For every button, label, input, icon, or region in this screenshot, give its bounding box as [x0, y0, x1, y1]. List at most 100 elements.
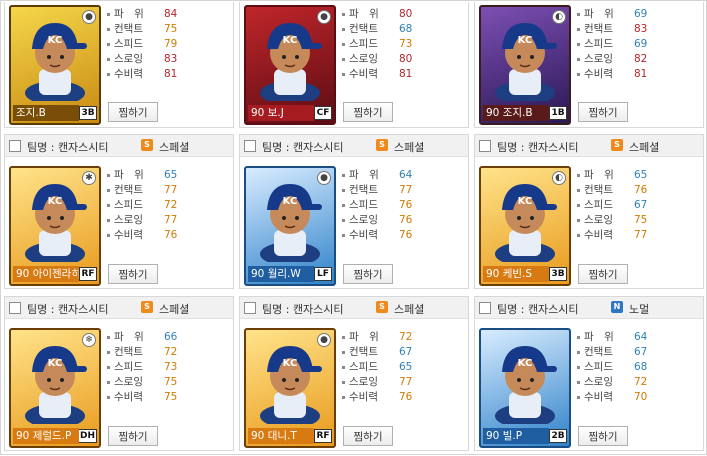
stat-value: 70	[634, 391, 648, 403]
player-card-image[interactable]: KC ● LF 90 월리.W	[244, 166, 336, 286]
player-card-image[interactable]: KC ✱ RF 90 아이젠라히	[9, 166, 101, 286]
stat-value: 72	[164, 199, 178, 211]
stat-value: 83	[634, 23, 648, 35]
stat-row: 스피드 76	[342, 198, 466, 213]
stat-row: 수비력 81	[577, 67, 701, 82]
stat-value: 82	[634, 53, 648, 65]
stat-row: 파 위 65	[107, 168, 231, 183]
select-checkbox[interactable]	[479, 140, 491, 152]
pick-button[interactable]: 찜하기	[343, 102, 393, 122]
pick-button[interactable]: 찜하기	[343, 426, 393, 446]
stat-list: 파 위 84 컨택트 75 스피드 79 스로잉 83 수비력 81	[107, 7, 231, 82]
bullet-icon	[107, 365, 110, 369]
stat-row: 수비력 81	[107, 67, 231, 82]
bullet-icon	[107, 380, 110, 384]
stat-value: 64	[634, 331, 648, 343]
stat-row: 파 위 64	[577, 330, 701, 345]
pick-button[interactable]: 찜하기	[343, 264, 393, 284]
pick-button[interactable]: 찜하기	[578, 264, 628, 284]
stat-value: 65	[399, 361, 413, 373]
stat-label: 스피드	[114, 199, 143, 211]
stat-label: 수비력	[584, 391, 613, 403]
player-card-image[interactable]: KC ● 3B 조지.B	[9, 5, 101, 125]
stat-row: 파 위 72	[342, 330, 466, 345]
bullet-icon	[577, 233, 580, 237]
pick-button[interactable]: 찜하기	[108, 102, 158, 122]
stat-label: 스로잉	[349, 376, 378, 388]
stat-row: 스로잉 80	[342, 52, 466, 67]
player-portrait-icon: KC	[260, 184, 322, 262]
stat-value: 73	[164, 361, 178, 373]
bullet-icon	[577, 188, 580, 192]
stat-value: 72	[164, 346, 178, 358]
svg-text:KC: KC	[518, 196, 533, 207]
stat-row: 수비력 75	[107, 390, 231, 405]
player-card-image[interactable]: KC 2B 90 빌.P	[479, 328, 571, 448]
stat-list: 파 위 80 컨택트 68 스피드 73 스로잉 80 수비력 81	[342, 7, 466, 82]
card-type-label: 스페셜	[159, 141, 190, 154]
player-cell: 팀명 : 캔자스시티 S 스페셜 KC ✱ RF 90 아이젠라히 파 위 65 컨택트 77 스피드…	[4, 134, 234, 289]
player-name: 90 조지.B	[483, 105, 549, 121]
bullet-icon	[342, 380, 345, 384]
stat-value: 67	[399, 346, 413, 358]
svg-text:KC: KC	[283, 358, 298, 369]
player-card-image[interactable]: KC ❄ DH 90 제럴드.P	[9, 328, 101, 448]
stat-row: 스로잉 83	[107, 52, 231, 67]
pick-button[interactable]: 찜하기	[578, 102, 628, 122]
position-badge: CF	[314, 106, 332, 120]
bullet-icon	[577, 218, 580, 222]
bullet-icon	[107, 233, 110, 237]
player-name: 90 아이젠라히	[13, 266, 79, 282]
pick-button[interactable]: 찜하기	[578, 426, 628, 446]
stat-value: 76	[399, 391, 413, 403]
stat-row: 수비력 76	[107, 228, 231, 243]
select-checkbox[interactable]	[479, 302, 491, 314]
player-card-image[interactable]: KC ● RF 90 대니.T	[244, 328, 336, 448]
stat-value: 84	[164, 8, 178, 20]
player-portrait-icon: KC	[495, 23, 557, 101]
bullet-icon	[342, 72, 345, 76]
stat-value: 75	[164, 376, 178, 388]
svg-text:KC: KC	[283, 35, 298, 46]
bullet-icon	[577, 335, 580, 339]
stat-label: 수비력	[114, 391, 143, 403]
stat-row: 스피드 79	[107, 37, 231, 52]
player-cell: KC ● 3B 조지.B 파 위 84 컨택트 75 스피드 79 스로잉 83 수비력 81 찜하기	[4, 2, 234, 128]
cell-header: 팀명 : 캔자스시티 S 스페셜	[475, 135, 703, 157]
stat-value: 64	[399, 169, 413, 181]
bullet-icon	[342, 42, 345, 46]
pick-button[interactable]: 찜하기	[108, 426, 158, 446]
card-type-label: 스페셜	[629, 141, 660, 154]
player-card-image[interactable]: KC ◐ 3B 90 케빈.S	[479, 166, 571, 286]
stat-row: 컨택트 83	[577, 22, 701, 37]
stat-value: 73	[399, 38, 413, 50]
pick-button[interactable]: 찜하기	[108, 264, 158, 284]
stat-label: 파 위	[114, 8, 144, 20]
player-cell: KC ◐ 1B 90 조지.B 파 위 69 컨택트 83 스피드 69 스로잉 82 수비력 81 찜하기	[474, 2, 704, 128]
stat-value: 67	[634, 346, 648, 358]
stat-row: 파 위 64	[342, 168, 466, 183]
position-badge: DH	[77, 429, 97, 443]
bullet-icon	[342, 203, 345, 207]
player-portrait-icon: KC	[260, 23, 322, 101]
bullet-icon	[577, 42, 580, 46]
stat-list: 파 위 66 컨택트 72 스피드 73 스로잉 75 수비력 75	[107, 330, 231, 405]
bullet-icon	[107, 188, 110, 192]
player-card-image[interactable]: KC ◐ 1B 90 조지.B	[479, 5, 571, 125]
select-checkbox[interactable]	[9, 302, 21, 314]
bullet-icon	[107, 12, 110, 16]
team-name: 팀명 : 캔자스시티	[262, 141, 344, 154]
stat-row: 스피드 73	[342, 37, 466, 52]
stat-label: 컨택트	[349, 23, 378, 35]
select-checkbox[interactable]	[244, 302, 256, 314]
select-checkbox[interactable]	[244, 140, 256, 152]
stat-value: 68	[399, 23, 413, 35]
stat-value: 65	[634, 169, 648, 181]
player-card-image[interactable]: KC ● CF 90 보.J	[244, 5, 336, 125]
stat-value: 69	[634, 38, 648, 50]
stat-label: 스로잉	[114, 376, 143, 388]
position-badge: 2B	[549, 429, 567, 443]
bullet-icon	[107, 173, 110, 177]
select-checkbox[interactable]	[9, 140, 21, 152]
stat-value: 81	[399, 68, 413, 80]
